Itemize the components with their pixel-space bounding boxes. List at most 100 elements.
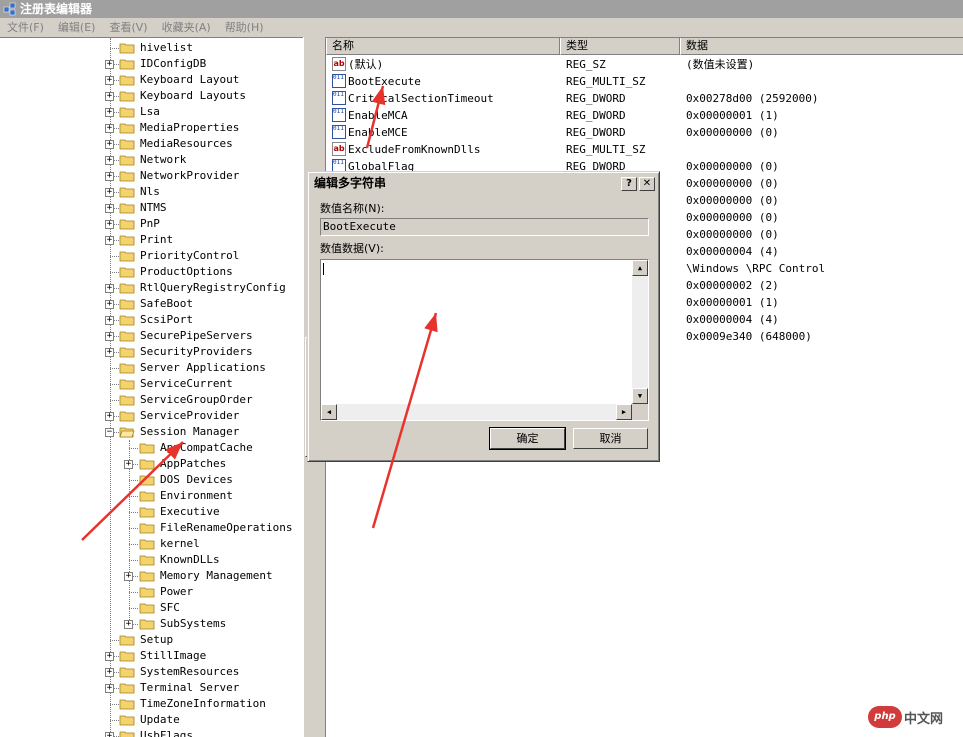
expand-icon[interactable]: +	[105, 124, 114, 133]
tree-item[interactable]: + SecurePipeServers	[0, 328, 303, 344]
scroll-up-arrow-icon[interactable]: ▲	[632, 260, 648, 276]
tree-item[interactable]: + Network	[0, 152, 303, 168]
tree-item[interactable]: ServiceCurrent	[0, 376, 303, 392]
tree-item[interactable]: + Memory Management	[0, 568, 303, 584]
expand-icon[interactable]: +	[105, 284, 114, 293]
expand-icon[interactable]: +	[105, 92, 114, 101]
expand-icon[interactable]: +	[105, 316, 114, 325]
value-row[interactable]: ab (默认) REG_SZ (数值未设置)	[326, 56, 963, 73]
help-button[interactable]: ?	[621, 177, 637, 191]
collapse-icon[interactable]: −	[105, 428, 114, 437]
tree-item[interactable]: hivelist	[0, 40, 303, 56]
tree-item[interactable]: kernel	[0, 536, 303, 552]
tree-item[interactable]: + Keyboard Layouts	[0, 88, 303, 104]
ok-button[interactable]: 确定	[489, 427, 566, 450]
expand-icon[interactable]: +	[105, 668, 114, 677]
value-row[interactable]: 011 110CriticalSectionTimeout REG_DWORD 0x…	[326, 90, 963, 107]
expand-icon[interactable]: +	[105, 732, 114, 737]
scroll-down-arrow-icon[interactable]: ▼	[632, 388, 648, 404]
tree-item[interactable]: + StillImage	[0, 648, 303, 664]
folder-icon	[119, 74, 135, 86]
folder-icon	[119, 634, 135, 646]
tree-item[interactable]: + NTMS	[0, 200, 303, 216]
tree-item[interactable]: PriorityControl	[0, 248, 303, 264]
expand-icon[interactable]: +	[105, 140, 114, 149]
scroll-left-arrow-icon[interactable]: ◀	[321, 404, 337, 420]
tree-item[interactable]: + UsbFlags	[0, 728, 303, 737]
tree-item[interactable]: KnownDLLs	[0, 552, 303, 568]
expand-icon[interactable]: +	[124, 572, 133, 581]
column-header-type[interactable]: 类型	[560, 38, 680, 55]
folder-icon	[119, 698, 135, 710]
expand-icon[interactable]: +	[105, 108, 114, 117]
tree-item[interactable]: + RtlQueryRegistryConfig	[0, 280, 303, 296]
column-header-name[interactable]: 名称	[326, 38, 560, 55]
value-data-textarea[interactable]: ▲ ▼ ◀ ▶	[320, 259, 649, 421]
tree-item[interactable]: Update	[0, 712, 303, 728]
tree-item[interactable]: + NetworkProvider	[0, 168, 303, 184]
tree-item[interactable]: DOS Devices	[0, 472, 303, 488]
expand-icon[interactable]: +	[105, 76, 114, 85]
menu-favorites[interactable]: 收藏夹(A)	[155, 18, 218, 37]
expand-icon[interactable]: +	[105, 652, 114, 661]
expand-icon[interactable]: +	[124, 620, 133, 629]
tree-item[interactable]: ProductOptions	[0, 264, 303, 280]
tree-item[interactable]: FileRenameOperations	[0, 520, 303, 536]
tree-item[interactable]: + ScsiPort	[0, 312, 303, 328]
menu-view[interactable]: 查看(V)	[102, 18, 154, 37]
value-row[interactable]: 011 110EnableMCA REG_DWORD 0x00000001 (1)	[326, 107, 963, 124]
tree-item[interactable]: + SecurityProviders	[0, 344, 303, 360]
menu-help[interactable]: 帮助(H)	[218, 18, 271, 37]
tree-item[interactable]: + SystemResources	[0, 664, 303, 680]
expand-icon[interactable]: +	[105, 684, 114, 693]
expand-icon[interactable]: +	[105, 300, 114, 309]
expand-icon[interactable]: +	[105, 188, 114, 197]
tree-item[interactable]: + Keyboard Layout	[0, 72, 303, 88]
value-row[interactable]: 011 110EnableMCE REG_DWORD 0x00000000 (0)	[326, 124, 963, 141]
value-row[interactable]: 011 110BootExecute REG_MULTI_SZ	[326, 73, 963, 90]
tree-item[interactable]: + AppPatches	[0, 456, 303, 472]
expand-icon[interactable]: +	[105, 236, 114, 245]
tree-item[interactable]: + Lsa	[0, 104, 303, 120]
expand-icon[interactable]: +	[105, 412, 114, 421]
value-row[interactable]: ab ExcludeFromKnownDlls REG_MULTI_SZ	[326, 141, 963, 158]
tree-item[interactable]: ServiceGroupOrder	[0, 392, 303, 408]
column-header-data[interactable]: 数据	[680, 38, 963, 55]
expand-icon[interactable]: +	[105, 172, 114, 181]
registry-tree[interactable]: hivelist + IDConfigDB + Keyboard Layout + Keyb…	[0, 37, 303, 737]
tree-item[interactable]: TimeZoneInformation	[0, 696, 303, 712]
expand-icon[interactable]: +	[105, 332, 114, 341]
expand-icon[interactable]: +	[105, 60, 114, 69]
tree-item[interactable]: + Nls	[0, 184, 303, 200]
menu-file[interactable]: 文件(F)	[0, 18, 51, 37]
expand-icon[interactable]: +	[124, 460, 133, 469]
tree-item[interactable]: + Print	[0, 232, 303, 248]
tree-item[interactable]: + SubSystems	[0, 616, 303, 632]
scroll-right-arrow-icon[interactable]: ▶	[616, 404, 632, 420]
tree-item[interactable]: Power	[0, 584, 303, 600]
tree-item[interactable]: AppCompatCache	[0, 440, 303, 456]
tree-item[interactable]: Setup	[0, 632, 303, 648]
tree-item[interactable]: + IDConfigDB	[0, 56, 303, 72]
tree-item[interactable]: Server Applications	[0, 360, 303, 376]
tree-item[interactable]: + Terminal Server	[0, 680, 303, 696]
tree-item[interactable]: Executive	[0, 504, 303, 520]
tree-item[interactable]: + SafeBoot	[0, 296, 303, 312]
tree-item-label: hivelist	[140, 41, 193, 54]
tree-item[interactable]: − Session Manager	[0, 424, 303, 440]
tree-item[interactable]: + PnP	[0, 216, 303, 232]
expand-icon[interactable]: +	[105, 156, 114, 165]
textarea-horizontal-scrollbar[interactable]: ◀ ▶	[321, 404, 632, 420]
textarea-vertical-scrollbar[interactable]: ▲ ▼	[632, 260, 648, 404]
tree-item[interactable]: SFC	[0, 600, 303, 616]
tree-item[interactable]: + MediaProperties	[0, 120, 303, 136]
tree-item[interactable]: + MediaResources	[0, 136, 303, 152]
tree-item[interactable]: + ServiceProvider	[0, 408, 303, 424]
expand-icon[interactable]: +	[105, 220, 114, 229]
cancel-button[interactable]: 取消	[573, 428, 648, 449]
expand-icon[interactable]: +	[105, 348, 114, 357]
close-button[interactable]: ✕	[639, 177, 655, 191]
expand-icon[interactable]: +	[105, 204, 114, 213]
tree-item[interactable]: Environment	[0, 488, 303, 504]
menu-edit[interactable]: 编辑(E)	[51, 18, 103, 37]
